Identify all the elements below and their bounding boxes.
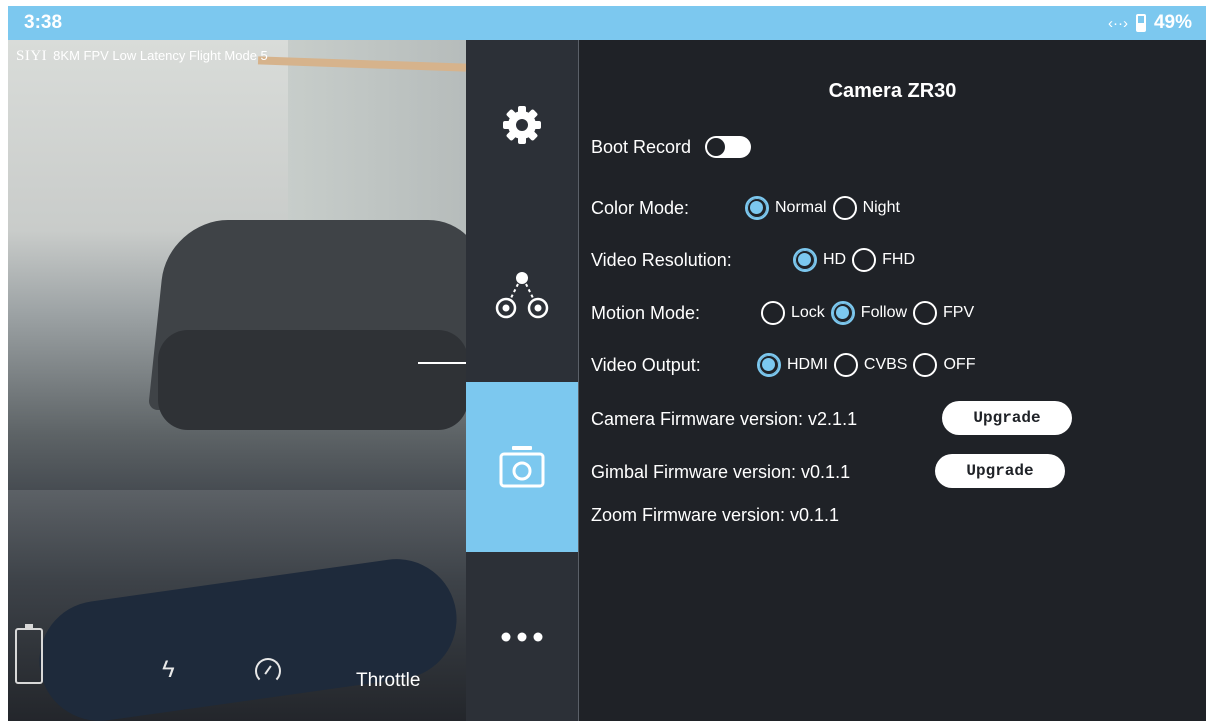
motion-lock-option[interactable]: Lock [761, 301, 825, 325]
motion-fpv-option[interactable]: FPV [913, 301, 974, 325]
color-mode-row: Color Mode: Normal Night [591, 193, 906, 223]
battery-icon [1135, 14, 1146, 32]
nav-more[interactable] [466, 552, 578, 721]
horizon-indicator [418, 362, 466, 364]
nav-camera[interactable] [466, 382, 578, 552]
color-mode-label: Color Mode: [591, 197, 690, 218]
video-resolution-label: Video Resolution: [591, 249, 732, 270]
radio-button-checked[interactable] [745, 196, 769, 220]
toggle-knob [707, 138, 726, 156]
battery-percent: 49% [1153, 12, 1192, 33]
gimbal-upgrade-button[interactable]: Upgrade [935, 454, 1065, 488]
camera-upgrade-button[interactable]: Upgrade [942, 401, 1072, 435]
siyi-logo: SIYI [16, 48, 48, 64]
battery-icon [15, 624, 43, 684]
nav-settings[interactable] [466, 40, 578, 210]
output-hdmi-option[interactable]: HDMI [757, 353, 828, 377]
option-label: FHD [882, 251, 915, 268]
feed-sofa-seat [158, 330, 466, 430]
nav-gimbal[interactable] [466, 210, 578, 380]
motion-follow-option[interactable]: Follow [830, 301, 908, 325]
screen: 3:38 ‹··› 49% SIYI 8KM FPV Low Latency Fl… [8, 6, 1206, 721]
boot-record-toggle[interactable] [705, 136, 752, 158]
radio-button-checked[interactable] [757, 353, 781, 377]
option-label: FPV [943, 304, 975, 321]
camera-firmware-label: Camera Firmware version: v2.1.1 [591, 408, 858, 429]
resolution-hd-option[interactable]: HD [793, 248, 846, 272]
motion-mode-label: Motion Mode: [591, 302, 701, 323]
video-output-row: Video Output: HDMI CVBS OFF [591, 350, 981, 380]
gimbal-firmware-row: Gimbal Firmware version: v0.1.1 [591, 457, 850, 487]
gimbal-firmware-label: Gimbal Firmware version: v0.1.1 [591, 461, 851, 482]
option-label: Normal [775, 199, 827, 216]
video-output-label: Video Output: [591, 354, 701, 375]
output-off-option[interactable]: OFF [913, 353, 975, 377]
status-right: ‹··› 49% [1108, 12, 1192, 34]
radio-button-checked[interactable] [830, 301, 855, 325]
link-arrows-icon: ‹··› [1107, 14, 1128, 32]
camera-feed[interactable]: SIYI 8KM FPV Low Latency Flight Mode 5 [8, 40, 466, 721]
camera-firmware-row: Camera Firmware version: v2.1.1 [591, 404, 857, 434]
option-label: HD [823, 251, 847, 268]
option-label: Lock [791, 304, 825, 321]
radio-button[interactable] [913, 353, 938, 377]
radio-button[interactable] [832, 196, 857, 220]
option-label: HDMI [787, 356, 828, 373]
boot-record-label: Boot Record [591, 136, 692, 157]
radio-button[interactable] [913, 301, 938, 325]
camera-icon [499, 446, 545, 488]
side-nav [466, 40, 578, 721]
motion-mode-row: Motion Mode: Lock Follow FPV [591, 298, 980, 328]
zoom-firmware-label: Zoom Firmware version: v0.1.1 [591, 504, 840, 525]
option-label: CVBS [863, 356, 908, 373]
lightning-icon: ϟ [162, 656, 175, 683]
option-label: Night [862, 199, 900, 216]
camera-settings-panel: Camera ZR30 Boot Record Color Mode: Norm… [579, 40, 1206, 721]
option-label: Follow [860, 304, 908, 321]
video-resolution-row: Video Resolution: HD FHD [591, 245, 921, 275]
gear-icon [503, 106, 541, 144]
radio-button[interactable] [852, 248, 877, 272]
color-mode-normal-option[interactable]: Normal [745, 196, 827, 220]
zoom-firmware-row: Zoom Firmware version: v0.1.1 [591, 500, 839, 530]
radio-button-checked[interactable] [793, 248, 817, 272]
resolution-fhd-option[interactable]: FHD [852, 248, 915, 272]
throttle-label: Throttle [356, 670, 421, 691]
speedometer-icon [255, 658, 281, 684]
more-icon [501, 632, 543, 642]
gimbal-icon [495, 272, 549, 319]
output-cvbs-option[interactable]: CVBS [833, 353, 908, 377]
radio-button[interactable] [761, 301, 785, 325]
feed-mode-text: 8KM FPV Low Latency Flight Mode 5 [53, 48, 268, 63]
panel-title: Camera ZR30 [828, 80, 957, 102]
color-mode-night-option[interactable]: Night [832, 196, 900, 220]
option-label: OFF [943, 356, 976, 373]
radio-button[interactable] [833, 353, 858, 377]
feed-title: SIYI 8KM FPV Low Latency Flight Mode 5 [16, 48, 268, 65]
status-time: 3:38 [24, 12, 63, 33]
boot-record-row: Boot Record [591, 132, 752, 162]
status-bar: 3:38 ‹··› 49% [8, 6, 1206, 40]
